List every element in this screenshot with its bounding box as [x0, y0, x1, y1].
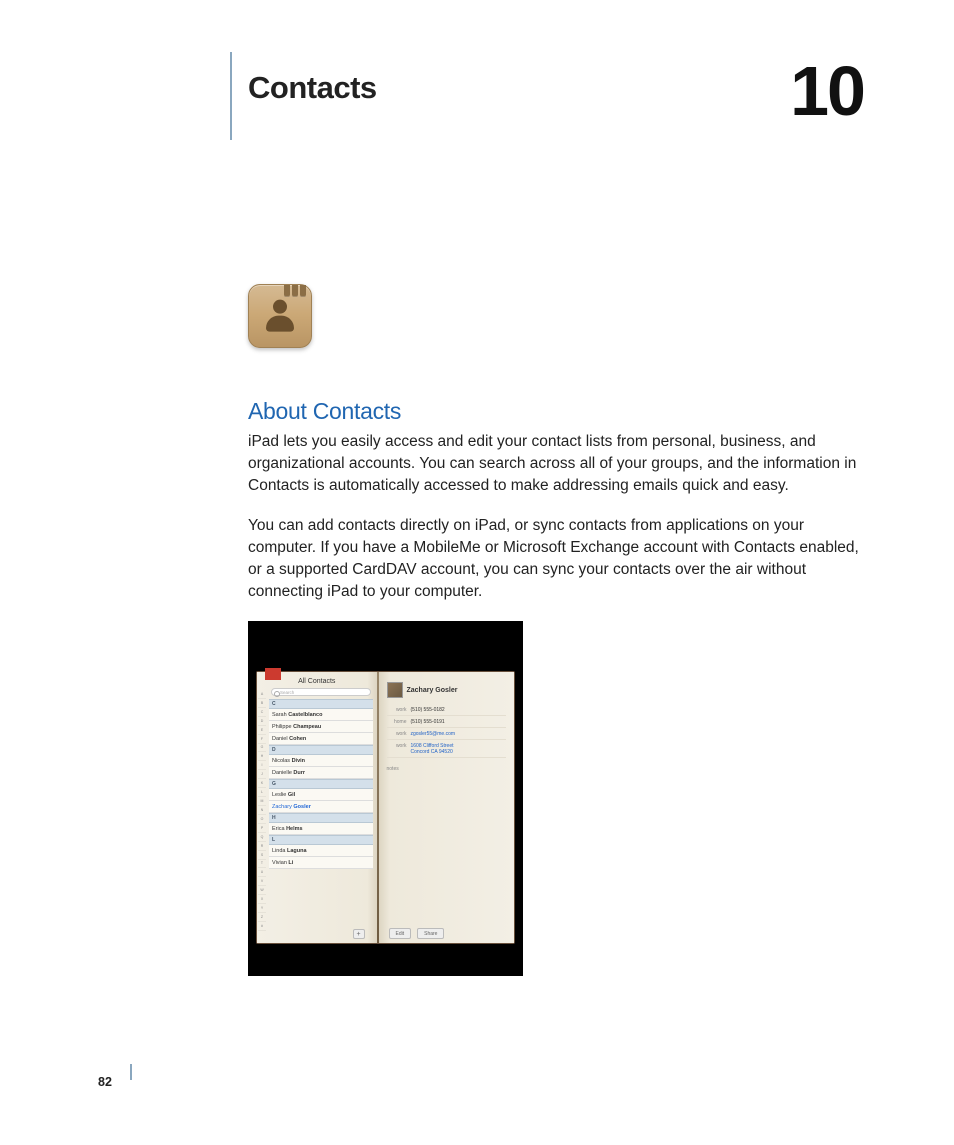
field-label: work: [387, 731, 407, 737]
contact-row[interactable]: Philippe Champeau: [269, 721, 373, 733]
contacts-app-screenshot: All Contacts Search ABCDEFGHIJKLMNOPQRST…: [248, 621, 523, 976]
index-letter[interactable]: U: [258, 868, 266, 877]
index-letter[interactable]: H: [258, 752, 266, 761]
index-letter[interactable]: Y: [258, 904, 266, 913]
section-header: D: [269, 745, 373, 755]
index-letter[interactable]: Q: [258, 833, 266, 842]
contact-detail-page: Zachary Gosler work (510) 555-0182 home (51…: [379, 672, 515, 943]
chapter-title: Contacts: [248, 56, 377, 106]
index-letter[interactable]: P: [258, 824, 266, 833]
field-label: work: [387, 743, 407, 755]
search-input[interactable]: Search: [271, 688, 371, 696]
contact-row[interactable]: Leslie Gil: [269, 789, 373, 801]
detail-field[interactable]: home (510) 555-0191: [387, 716, 507, 728]
index-letter[interactable]: B: [258, 699, 266, 708]
index-letter[interactable]: #: [258, 922, 266, 931]
contact-detail-name: Zachary Gosler: [407, 687, 458, 694]
bookmark-ribbon-icon: [265, 668, 281, 680]
field-label: home: [387, 719, 407, 725]
index-letter[interactable]: M: [258, 797, 266, 806]
contacts-list-page: All Contacts Search ABCDEFGHIJKLMNOPQRST…: [257, 672, 377, 943]
field-value[interactable]: (510) 555-0191: [411, 719, 445, 725]
index-letter[interactable]: R: [258, 842, 266, 851]
index-letter[interactable]: V: [258, 877, 266, 886]
index-letter[interactable]: S: [258, 851, 266, 860]
index-letter[interactable]: F: [258, 735, 266, 744]
contact-row[interactable]: Nicolas Divin: [269, 755, 373, 767]
contact-row[interactable]: Linda Laguna: [269, 845, 373, 857]
contact-row[interactable]: Zachary Gosler: [269, 801, 373, 813]
alphabet-index[interactable]: ABCDEFGHIJKLMNOPQRSTUVWXYZ#: [258, 690, 266, 931]
index-letter[interactable]: G: [258, 744, 266, 753]
index-letter[interactable]: C: [258, 708, 266, 717]
body-paragraph-1: iPad lets you easily access and edit you…: [248, 431, 864, 497]
contact-row[interactable]: Sarah Castelblanco: [269, 709, 373, 721]
contact-row[interactable]: Erica Helms: [269, 823, 373, 835]
add-contact-button[interactable]: +: [353, 929, 365, 939]
section-heading: About Contacts: [248, 398, 864, 425]
chapter-number: 10: [790, 56, 864, 126]
index-letter[interactable]: O: [258, 815, 266, 824]
contacts-app-icon: [248, 284, 312, 348]
section-header: C: [269, 699, 373, 709]
contact-row[interactable]: Daniel Cohen: [269, 733, 373, 745]
index-letter[interactable]: X: [258, 895, 266, 904]
page-number: 82: [98, 1075, 112, 1089]
detail-field[interactable]: work (510) 555-0182: [387, 704, 507, 716]
field-value[interactable]: 1608 Clifford Street Concord CA 94520: [411, 743, 454, 755]
index-letter[interactable]: E: [258, 726, 266, 735]
edit-button[interactable]: Edit: [389, 928, 412, 939]
index-letter[interactable]: N: [258, 806, 266, 815]
footer-rule: [130, 1064, 132, 1080]
contact-list: CSarah CastelblancoPhilippe ChampeauDani…: [269, 699, 373, 869]
notes-label: notes: [387, 766, 507, 772]
section-header: G: [269, 779, 373, 789]
header-divider: [230, 52, 232, 140]
field-value[interactable]: zgosler55@me.com: [411, 731, 456, 737]
contact-row[interactable]: Vivian Li: [269, 857, 373, 869]
field-label: work: [387, 707, 407, 713]
field-value[interactable]: (510) 555-0182: [411, 707, 445, 713]
contact-row[interactable]: Danielle Durr: [269, 767, 373, 779]
index-letter[interactable]: A: [258, 690, 266, 699]
section-header: H: [269, 813, 373, 823]
contact-avatar: [387, 682, 403, 698]
index-letter[interactable]: W: [258, 886, 266, 895]
index-letter[interactable]: T: [258, 860, 266, 869]
index-letter[interactable]: I: [258, 761, 266, 770]
detail-field[interactable]: work 1608 Clifford Street Concord CA 9452…: [387, 740, 507, 758]
share-button[interactable]: Share: [417, 928, 444, 939]
section-header: L: [269, 835, 373, 845]
index-letter[interactable]: L: [258, 788, 266, 797]
index-letter[interactable]: J: [258, 770, 266, 779]
index-letter[interactable]: D: [258, 717, 266, 726]
detail-field[interactable]: work zgosler55@me.com: [387, 728, 507, 740]
chapter-header: Contacts 10: [248, 56, 864, 136]
body-paragraph-2: You can add contacts directly on iPad, o…: [248, 515, 864, 603]
index-letter[interactable]: K: [258, 779, 266, 788]
index-letter[interactable]: Z: [258, 913, 266, 922]
